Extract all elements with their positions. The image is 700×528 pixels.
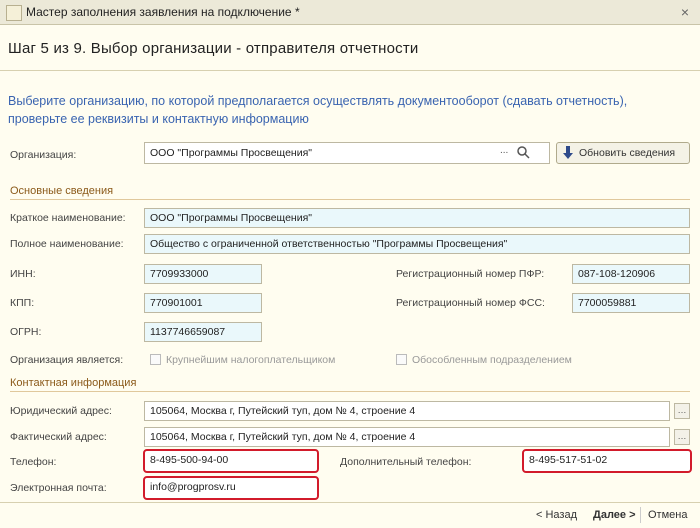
divider — [0, 70, 700, 71]
short-name-label: Краткое наименование: — [10, 212, 126, 224]
legal-address-select-button[interactable]: … — [674, 403, 690, 419]
pfr-label: Регистрационный номер ПФР: — [396, 268, 545, 280]
actual-address-label: Фактический адрес: — [10, 431, 107, 443]
section-basic-title: Основные сведения — [10, 185, 114, 197]
organization-value: ООО "Программы Просвещения" — [150, 147, 312, 159]
largest-taxpayer-label: Крупнейшим налогоплательщиком — [166, 354, 336, 366]
step-description: Выберите организацию, по которой предпол… — [8, 94, 628, 126]
cancel-button[interactable]: Отмена — [648, 509, 687, 521]
email-label: Электронная почта: — [10, 482, 107, 494]
email-field[interactable]: info@progprosv.ru — [143, 476, 319, 500]
fss-label: Регистрационный номер ФСС: — [396, 297, 545, 309]
ogrn-label: ОГРН: — [10, 326, 42, 338]
app-icon — [6, 5, 22, 21]
org-is-label: Организация является: — [10, 354, 124, 366]
kpp-label: КПП: — [10, 297, 35, 309]
footer-separator — [640, 507, 641, 523]
phone-value: 8-495-500-94-00 — [150, 454, 229, 466]
email-value: info@progprosv.ru — [150, 481, 236, 493]
legal-address-field[interactable]: 105064, Москва г, Путейский туп, дом № 4… — [144, 401, 670, 421]
update-info-label: Обновить сведения — [579, 147, 676, 159]
window-title: Мастер заполнения заявления на подключен… — [26, 5, 300, 19]
ogrn-field[interactable]: 1137746659087 — [144, 322, 262, 342]
extra-phone-field[interactable]: 8-495-517-51-02 — [522, 449, 692, 473]
inn-label: ИНН: — [10, 268, 36, 280]
update-info-button[interactable]: Обновить сведения — [556, 142, 690, 164]
legal-address-label: Юридический адрес: — [10, 405, 112, 417]
actual-address-select-button[interactable]: … — [674, 429, 690, 445]
pfr-field[interactable]: 087-108-120906 — [572, 264, 690, 284]
separate-division-checkbox[interactable] — [396, 354, 407, 365]
section-contacts-title: Контактная информация — [10, 377, 137, 389]
fss-field[interactable]: 7700059881 — [572, 293, 690, 313]
full-name-label: Полное наименование: — [10, 238, 124, 250]
section-contacts-line — [10, 391, 690, 392]
extra-phone-value: 8-495-517-51-02 — [529, 454, 608, 466]
separate-division-label: Обособленным подразделением — [412, 354, 572, 366]
phone-label: Телефон: — [10, 456, 57, 468]
actual-address-field[interactable]: 105064, Москва г, Путейский туп, дом № 4… — [144, 427, 670, 447]
kpp-field[interactable]: 770901001 — [144, 293, 262, 313]
phone-field[interactable]: 8-495-500-94-00 — [143, 449, 319, 473]
largest-taxpayer-checkbox[interactable] — [150, 354, 161, 365]
next-button[interactable]: Далее > — [593, 509, 636, 521]
organization-field[interactable]: ООО "Программы Просвещения" — [144, 142, 550, 164]
section-basic-line — [10, 199, 690, 200]
organization-select-button[interactable]: ... — [500, 145, 508, 156]
organization-label: Организация: — [10, 149, 77, 161]
step-title: Шаг 5 из 9. Выбор организации - отправит… — [8, 40, 419, 57]
close-icon[interactable]: × — [676, 3, 694, 21]
full-name-field[interactable]: Общество с ограниченной ответственностью… — [144, 234, 690, 254]
extra-phone-label: Дополнительный телефон: — [340, 456, 472, 468]
back-button[interactable]: < Назад — [536, 509, 577, 521]
arrow-down-icon — [563, 146, 573, 160]
magnifier-icon[interactable] — [516, 145, 530, 159]
footer-divider — [0, 502, 700, 503]
short-name-field[interactable]: ООО "Программы Просвещения" — [144, 208, 690, 228]
window-titlebar: Мастер заполнения заявления на подключен… — [0, 0, 700, 25]
inn-field[interactable]: 7709933000 — [144, 264, 262, 284]
